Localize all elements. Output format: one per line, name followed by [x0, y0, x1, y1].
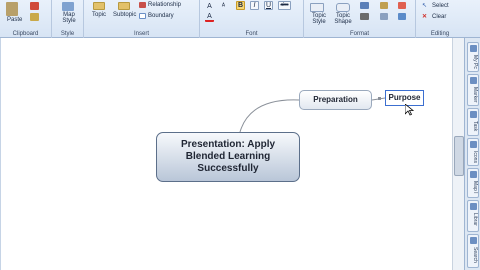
tab-markers[interactable]: Marker [467, 74, 479, 106]
tab-task[interactable]: Task [467, 108, 479, 136]
tab-search[interactable]: Search [467, 234, 479, 268]
tab-library[interactable]: Librar [467, 200, 479, 232]
tab-icons[interactable]: Icons [467, 138, 479, 166]
central-topic[interactable]: Presentation: Apply Blended Learning Suc… [156, 132, 300, 182]
topic-preparation[interactable]: Preparation [299, 90, 372, 110]
collapse-handle [378, 97, 381, 100]
task-pane-tabs: My Pc Marker Task Icons Map I Librar Sea… [464, 38, 480, 270]
scrollbar-thumb[interactable] [454, 136, 464, 176]
mouse-cursor-icon [405, 104, 415, 116]
vertical-scrollbar[interactable] [452, 38, 464, 270]
tab-map-index[interactable]: Map I [467, 168, 479, 198]
central-to-preparation-connector [239, 99, 300, 133]
tab-my-pc[interactable]: My Pc [467, 42, 479, 72]
